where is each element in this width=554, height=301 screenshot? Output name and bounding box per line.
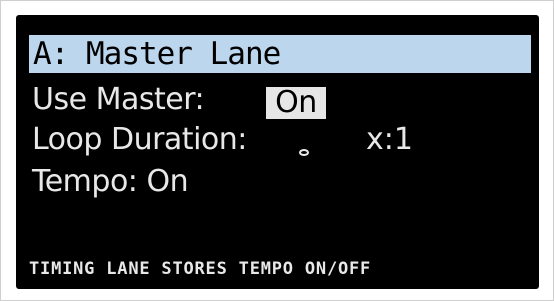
- oled-display: A: Master Lane Use Master: On Loop Durat…: [16, 15, 539, 289]
- figure-frame: A: Master Lane Use Master: On Loop Durat…: [0, 0, 554, 301]
- loop-duration-multiplier[interactable]: x:1: [366, 121, 413, 159]
- use-master-label: Use Master:: [32, 82, 205, 117]
- page-title: A: Master Lane: [33, 36, 281, 72]
- whole-note-icon: [299, 149, 309, 156]
- tempo-setting[interactable]: Tempo: On: [32, 163, 189, 201]
- loop-duration-label: Loop Duration:: [32, 122, 247, 157]
- use-master-value[interactable]: On: [266, 87, 326, 119]
- status-message: TIMING LANE STORES TEMPO ON/OFF: [29, 259, 372, 279]
- title-bar: A: Master Lane: [29, 35, 531, 73]
